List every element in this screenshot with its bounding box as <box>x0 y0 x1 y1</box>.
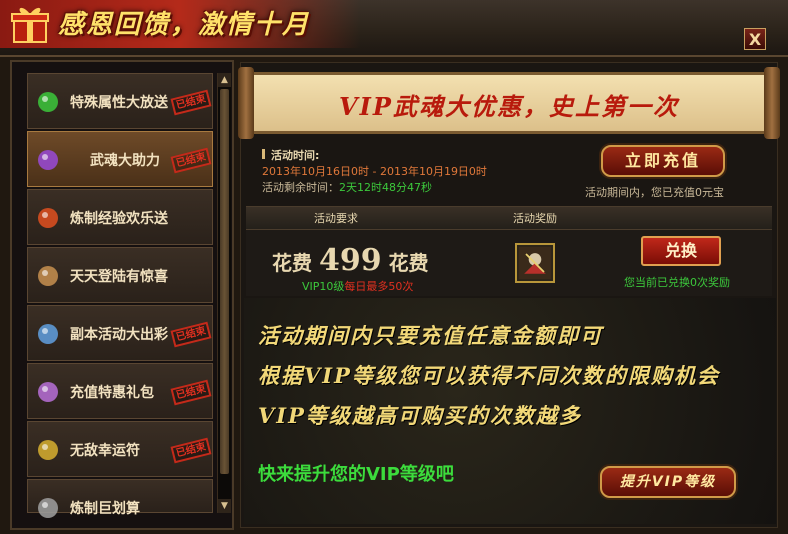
gift-icon <box>11 7 49 43</box>
sidebar-item-label: 无敌幸运符 <box>70 443 140 459</box>
ended-stamp: 已结束 <box>170 321 212 348</box>
offer-limit: VIP10级每日最多50次 <box>302 278 413 294</box>
event-window: 感恩回馈，激情十月 X 特殊属性大放送 已结束 武魂大助力 已结束 炼制经验欢乐送 天天登… <box>0 0 788 534</box>
description-line-3: VIP等级越高可购买的次数越多 <box>258 403 582 428</box>
sidebar-item[interactable]: 武魂大助力 已结束 <box>27 131 213 187</box>
remaining-label: 活动剩余时间： <box>262 181 339 194</box>
sidebar-item[interactable]: 炼制经验欢乐送 <box>27 189 213 245</box>
sidebar-item[interactable]: 炼制巨划算 <box>27 479 213 518</box>
scroll-down-arrow-icon[interactable]: ▼ <box>218 499 231 513</box>
paw-icon <box>34 262 62 290</box>
close-button[interactable]: X <box>744 28 766 50</box>
exchange-count: 您当前已兑换0次奖励 <box>624 276 730 289</box>
gift-box-icon <box>34 378 62 406</box>
sidebar-item[interactable]: 无敌幸运符 已结束 <box>27 421 213 477</box>
sidebar-item-label: 副本活动大出彩 <box>70 327 168 343</box>
vip-prompt: 快来提升您的VIP等级吧 <box>258 464 454 485</box>
activity-info: 活动时间: 2013年10月16日0时 - 2013年10月19日0时 活动剩余… <box>262 148 487 196</box>
scrollbar-thumb[interactable] <box>220 89 229 474</box>
remaining-value: 2天12时48分47秒 <box>339 181 432 194</box>
reward-item-icon[interactable] <box>515 243 555 283</box>
sidebar-item-label: 炼制经验欢乐送 <box>70 211 168 227</box>
furnace-icon <box>34 494 62 522</box>
sidebar-item[interactable]: 天天登陆有惊喜 <box>27 247 213 303</box>
activity-banner: VIP武魂大优惠，史上第一次 <box>238 67 780 139</box>
description-line-2: 根据VIP等级您可以获得不同次数的限购机会 <box>258 363 720 388</box>
ended-stamp: 已结束 <box>170 89 212 116</box>
offer-cost: 花费 499 花费 <box>272 243 429 278</box>
cost-prefix: 花费 <box>272 251 312 275</box>
description-line-1: 活动期间内只要充值任意金额即可 <box>258 323 603 348</box>
upgrade-vip-button[interactable]: 提升VIP等级 <box>600 466 736 498</box>
firework-icon <box>34 204 62 232</box>
time-value: 2013年10月16日0时 - 2013年10月19日0时 <box>262 165 487 178</box>
cost-suffix: 花费 <box>388 251 429 275</box>
scroll-up-arrow-icon[interactable]: ▲ <box>218 73 231 87</box>
activity-list-scrollbar[interactable]: ▲ ▼ <box>217 73 231 513</box>
banner-title: VIP武魂大优惠，史上第一次 <box>339 92 679 121</box>
sidebar-item-label: 天天登陆有惊喜 <box>70 269 168 285</box>
sidebar-item[interactable]: 充值特惠礼包 已结束 <box>27 363 213 419</box>
daily-limit: 每日最多50次 <box>344 280 414 293</box>
ended-stamp: 已结束 <box>170 147 212 174</box>
table-header: 活动要求 活动奖励 <box>246 206 772 230</box>
sidebar-item[interactable]: 特殊属性大放送 已结束 <box>27 73 213 129</box>
talisman-icon <box>34 436 62 464</box>
recharge-status: 活动期间内，您已充值0元宝 <box>585 186 724 199</box>
sidebar-item-label: 特殊属性大放送 <box>70 95 168 111</box>
purple-orb-icon <box>34 146 62 174</box>
cost-amount: 499 <box>318 243 382 278</box>
confetti-icon <box>34 320 62 348</box>
title-bar[interactable]: 感恩回馈，激情十月 X <box>0 0 788 57</box>
reward-header: 活动奖励 <box>513 212 557 225</box>
time-label: 活动时间: <box>271 149 320 162</box>
sidebar-item-label: 武魂大助力 <box>90 153 160 169</box>
label-mark-icon <box>262 149 265 159</box>
sidebar-item-label: 充值特惠礼包 <box>70 385 154 401</box>
ended-stamp: 已结束 <box>170 437 212 464</box>
tree-gift-icon <box>34 88 62 116</box>
recharge-button[interactable]: 立即充值 <box>601 145 725 177</box>
sidebar-item[interactable]: 副本活动大出彩 已结束 <box>27 305 213 361</box>
requirement-header: 活动要求 <box>314 212 358 225</box>
window-title: 感恩回馈，激情十月 <box>58 10 311 40</box>
vip-requirement: VIP10级 <box>302 280 345 293</box>
sidebar-item-label: 炼制巨划算 <box>70 501 140 517</box>
ended-stamp: 已结束 <box>170 379 212 406</box>
exchange-button[interactable]: 兑换 <box>641 236 721 266</box>
